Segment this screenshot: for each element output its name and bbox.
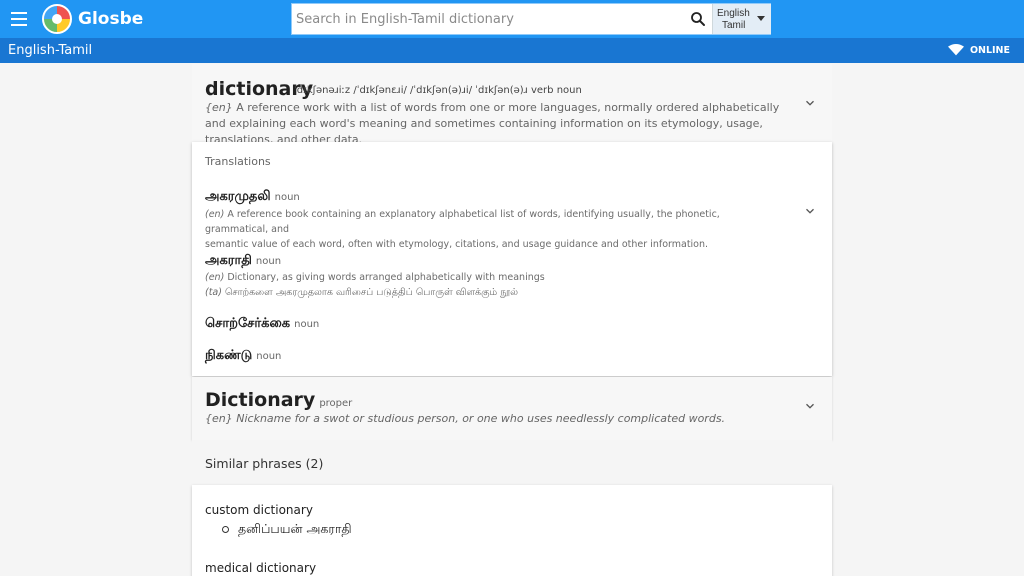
search-input[interactable]: [296, 8, 680, 30]
part-of-speech: noun: [255, 256, 282, 267]
top-bar: Glosbe English Tamil: [0, 0, 1024, 38]
search-box: English Tamil: [291, 3, 771, 35]
part-of-speech: noun: [256, 351, 282, 362]
translation-word-text: நிகண்டு: [205, 348, 253, 363]
chevron-down-icon[interactable]: [803, 204, 817, 218]
dictionary-pair-title[interactable]: English-Tamil: [8, 43, 92, 58]
proper-noun-card: Dictionary proper {en} Nickname for a swo…: [192, 377, 832, 440]
similar-phrase[interactable]: medical dictionary: [205, 561, 316, 575]
online-status: ONLINE: [947, 44, 1010, 56]
entry-definition: {en} A reference work with a list of wor…: [205, 100, 795, 148]
brand-name[interactable]: Glosbe: [78, 9, 143, 29]
proper-word: Dictionary proper: [205, 389, 352, 411]
translation-description: (en) Dictionary, as giving words arrange…: [205, 270, 785, 300]
translation-word-text: அகராதி: [205, 253, 252, 268]
description-line: சொற்களை அகரமுதலாக வரிசைப் படுத்திப் பொரு…: [225, 287, 519, 298]
translation-word[interactable]: சொற்சேர்க்கை noun: [205, 316, 319, 332]
hamburger-menu-icon[interactable]: [8, 8, 30, 30]
lang-tag: (ta): [205, 287, 222, 298]
similar-phrases-card: custom dictionary தனிப்பயன் அகராதி medic…: [192, 485, 832, 576]
translations-card: Translations அகரமுதலி noun (en) A referen…: [192, 142, 832, 376]
part-of-speech: noun: [294, 319, 320, 330]
part-of-speech: noun: [274, 192, 300, 203]
definition-language-tag: {en}: [205, 101, 233, 114]
similar-phrases-title: Similar phrases (2): [205, 456, 324, 471]
lang-select-line2: Tamil: [722, 20, 746, 31]
search-icon[interactable]: [689, 10, 707, 28]
similar-phrases-header: Similar phrases (2): [192, 440, 832, 484]
similar-phrase[interactable]: custom dictionary: [205, 503, 313, 517]
similar-phrase-translation[interactable]: தனிப்பயன் அகராதி: [222, 521, 352, 538]
chevron-down-icon[interactable]: [803, 399, 817, 413]
lang-tag: (en): [205, 209, 225, 220]
definition-language-tag: {en}: [205, 412, 233, 425]
online-status-text: ONLINE: [969, 44, 1010, 56]
chevron-down-icon[interactable]: [803, 96, 817, 110]
description-line: A reference book containing an explanato…: [205, 209, 720, 235]
translation-word[interactable]: நிகண்டு noun: [205, 348, 281, 364]
translation-word-text: அகரமுதலி: [205, 189, 271, 204]
proper-definition: {en} Nickname for a swot or studious per…: [205, 411, 795, 427]
translation-word[interactable]: அகராதி noun: [205, 253, 281, 269]
definition-text: A reference work with a list of words fr…: [205, 101, 780, 146]
proper-word-text: Dictionary: [205, 389, 316, 411]
sub-bar: English-Tamil ONLINE: [0, 38, 1024, 63]
description-line: Dictionary, as giving words arranged alp…: [227, 272, 545, 283]
translation-word[interactable]: அகரமுதலி noun: [205, 189, 300, 205]
part-of-speech: proper: [319, 398, 353, 409]
entry-header-card: dictionary ˈdɪkʃənəɹiːz /ˈdɪkʃənɛɹi/ /ˈd…: [192, 64, 832, 146]
caret-down-icon: [757, 16, 765, 21]
glosbe-logo[interactable]: [42, 4, 72, 34]
translations-label: Translations: [205, 155, 271, 168]
language-pair-select[interactable]: English Tamil: [712, 4, 771, 34]
translation-word-text: சொற்சேர்க்கை: [205, 316, 291, 331]
translation-description: (en) A reference book containing an expl…: [205, 207, 785, 252]
lang-select-line1: English: [717, 8, 750, 19]
wifi-icon: [947, 44, 964, 56]
entry-pronunciations: ˈdɪkʃənəɹiːz /ˈdɪkʃənɛɹi/ /ˈdɪkʃən(ə)ɹi/…: [294, 85, 582, 96]
lang-tag: (en): [205, 272, 225, 283]
definition-text: Nickname for a swot or studious person, …: [236, 412, 726, 425]
description-line: semantic value of each word, often with …: [205, 239, 709, 250]
